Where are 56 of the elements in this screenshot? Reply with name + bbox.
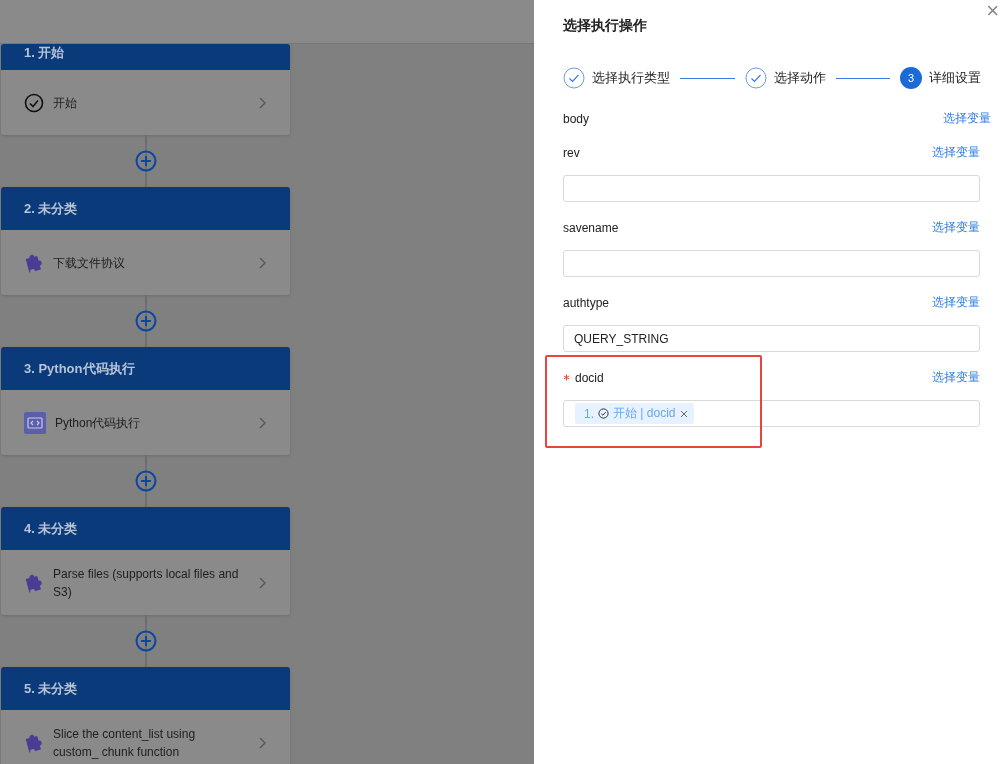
step-label: Parse files (supports local files and S3)	[53, 565, 240, 601]
input-field[interactable]	[563, 175, 980, 202]
step-title: 3. Python代码执行	[24, 359, 135, 378]
step-card[interactable]: 1. 开始 开始	[1, 44, 290, 135]
input-field[interactable]	[563, 250, 980, 277]
tag-input-field[interactable]: 1. 开始 | docid	[563, 400, 980, 427]
field-label: rev	[563, 145, 580, 160]
chevron-right-icon[interactable]	[259, 576, 267, 589]
select-variable-link[interactable]: 选择变量	[932, 144, 980, 161]
close-icon[interactable]	[679, 409, 688, 418]
select-variable-link[interactable]: 选择变量	[932, 294, 980, 311]
step-label: 开始	[53, 94, 78, 112]
step-title: 4. 未分类	[24, 519, 78, 538]
step-card[interactable]: 3. Python代码执行 Python代码执行	[1, 347, 290, 455]
select-variable-link[interactable]: 选择变量	[943, 110, 991, 127]
step-card[interactable]: 4. 未分类 Parse files (supports local files and S3)	[1, 507, 290, 615]
puzzle-piece-icon	[24, 252, 44, 273]
required-asterisk-icon	[563, 374, 570, 381]
add-step-icon[interactable]	[134, 470, 157, 492]
add-step-icon[interactable]	[134, 310, 157, 332]
puzzle-piece-icon	[24, 572, 44, 593]
step-label: Slice the content_list using custom_ chunk function	[53, 725, 197, 761]
chevron-right-icon[interactable]	[259, 736, 267, 749]
chevron-right-icon[interactable]	[259, 256, 267, 269]
input-field[interactable]: QUERY_STRING	[563, 325, 980, 352]
step-label: Python代码执行	[55, 414, 142, 432]
select-variable-link[interactable]: 选择变量	[932, 369, 980, 386]
step-title: 1. 开始	[24, 44, 65, 62]
step-title: 2. 未分类	[24, 199, 78, 218]
tag-index: 1.	[584, 406, 594, 421]
check-circle-icon	[24, 92, 44, 113]
step-title: 5. 未分类	[24, 679, 78, 698]
add-step-icon[interactable]	[134, 630, 157, 652]
field-label: docid	[563, 370, 604, 385]
chevron-right-icon[interactable]	[259, 96, 267, 109]
step-card[interactable]: 2. 未分类 下载文件协议	[1, 187, 290, 295]
step-card[interactable]: 5. 未分类 Slice the content_list using custom_ chunk function	[1, 667, 290, 764]
drawer-title: 选择执行操作	[563, 17, 648, 35]
step-label: 选择动作	[773, 69, 826, 87]
step-done-icon	[744, 67, 767, 89]
puzzle-piece-icon	[24, 732, 44, 753]
close-button[interactable]: ×	[982, 0, 1003, 22]
step-label: 详细设置	[929, 69, 981, 87]
field-label: savename	[563, 220, 619, 235]
step-label: 选择执行类型	[592, 69, 670, 87]
tag-text: 开始 | docid	[613, 405, 676, 422]
add-step-icon[interactable]	[134, 150, 157, 172]
code-icon	[24, 411, 46, 434]
check-circle-icon	[598, 408, 609, 419]
step-done-icon	[563, 67, 585, 89]
select-variable-link[interactable]: 选择变量	[932, 219, 980, 236]
field-label: body	[563, 111, 590, 126]
field-label: authtype	[563, 295, 610, 310]
step-number: 3	[900, 67, 922, 89]
step-label: 下载文件协议	[53, 254, 126, 272]
chevron-right-icon[interactable]	[259, 416, 267, 429]
